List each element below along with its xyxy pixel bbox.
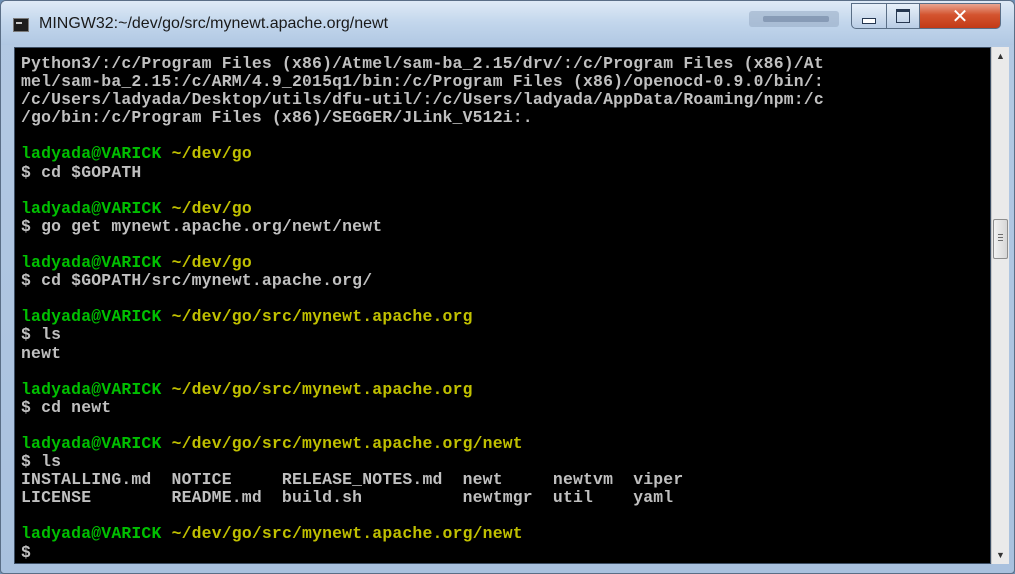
- prompt-cwd: ~/dev/go/src/mynewt.apache.org/newt: [171, 433, 523, 453]
- vertical-scrollbar[interactable]: ▲ ▼: [991, 47, 1009, 564]
- command-line: $ cd newt: [21, 397, 112, 417]
- command-line: $ go get mynewt.apache.org/newt/newt: [21, 216, 383, 236]
- prompt-cwd: ~/dev/go/src/mynewt.apache.org: [171, 307, 473, 327]
- console-area[interactable]: Python3/:/c/Program Files (x86)/Atmel/sa…: [14, 47, 991, 564]
- minimize-icon: [862, 18, 876, 24]
- scroll-down-arrow-icon[interactable]: ▼: [992, 546, 1009, 564]
- prompt-user-host: ladyada@VARICK: [21, 307, 162, 327]
- prompt-cwd: ~/dev/go/src/mynewt.apache.org: [171, 379, 473, 399]
- close-icon: ✕: [951, 4, 969, 28]
- command-line: $ ls: [21, 452, 62, 472]
- prompt-user-host: ladyada@VARICK: [21, 198, 162, 218]
- command-output-line: newt: [21, 343, 62, 363]
- prompt-cwd: ~/dev/go: [171, 144, 252, 164]
- prompt-cwd: ~/dev/go: [171, 253, 252, 273]
- prompt-line: ladyada@VARICK ~/dev/go: [21, 145, 990, 163]
- minimize-button[interactable]: [851, 3, 887, 29]
- prompt-user-host: ladyada@VARICK: [21, 433, 162, 453]
- terminal-app-icon[interactable]: [13, 18, 29, 32]
- path-output-line: Python3/:/c/Program Files (x86)/Atmel/sa…: [21, 54, 824, 73]
- maximize-icon: [896, 9, 910, 23]
- prompt-line: ladyada@VARICK ~/dev/go/src/mynewt.apach…: [21, 308, 990, 326]
- maximize-button[interactable]: [886, 3, 920, 29]
- scrollbar-grip-icon: [998, 234, 1003, 243]
- command-line: $: [21, 542, 32, 562]
- scrollbar-thumb[interactable]: [993, 219, 1008, 259]
- command-output-line: INSTALLING.md NOTICE RELEASE_NOTES.md ne…: [21, 470, 684, 490]
- prompt-cwd: ~/dev/go/src/mynewt.apache.org/newt: [171, 524, 523, 544]
- command-line: $ ls: [21, 325, 62, 345]
- scroll-up-arrow-icon[interactable]: ▲: [992, 47, 1009, 65]
- prompt-line: ladyada@VARICK ~/dev/go: [21, 253, 990, 273]
- path-output-line: mel/sam-ba_2.15:/c/ARM/4.9_2015q1/bin:/c…: [21, 72, 824, 92]
- close-button[interactable]: ✕: [919, 3, 1001, 29]
- console-text[interactable]: Python3/:/c/Program Files (x86)/Atmel/sa…: [21, 54, 990, 562]
- prompt-user-host: ladyada@VARICK: [21, 379, 162, 399]
- prompt-line: ladyada@VARICK ~/dev/go/src/mynewt.apach…: [21, 525, 990, 543]
- prompt-cwd: ~/dev/go: [171, 198, 252, 218]
- command-line: $ cd $GOPATH: [21, 162, 142, 182]
- prompt-user-host: ladyada@VARICK: [21, 253, 162, 273]
- prompt-line: ladyada@VARICK ~/dev/go/src/mynewt.apach…: [21, 433, 990, 453]
- path-output-line: /go/bin:/c/Program Files (x86)/SEGGER/JL…: [21, 108, 533, 128]
- prompt-user-host: ladyada@VARICK: [21, 524, 162, 544]
- title-bar[interactable]: MINGW32:~/dev/go/src/mynewt.apache.org/n…: [1, 1, 1014, 45]
- terminal-window: MINGW32:~/dev/go/src/mynewt.apache.org/n…: [0, 0, 1015, 574]
- command-line: $ cd $GOPATH/src/mynewt.apache.org/: [21, 271, 373, 291]
- prompt-line: ladyada@VARICK ~/dev/go: [21, 198, 990, 218]
- window-title: MINGW32:~/dev/go/src/mynewt.apache.org/n…: [39, 15, 389, 32]
- background-window-tab-text: [763, 16, 829, 22]
- prompt-line: ladyada@VARICK ~/dev/go/src/mynewt.apach…: [21, 379, 990, 399]
- command-output-line: LICENSE README.md build.sh newtmgr util …: [21, 488, 674, 508]
- prompt-user-host: ladyada@VARICK: [21, 144, 162, 164]
- path-output-line: /c/Users/ladyada/Desktop/utils/dfu-util/…: [21, 90, 824, 110]
